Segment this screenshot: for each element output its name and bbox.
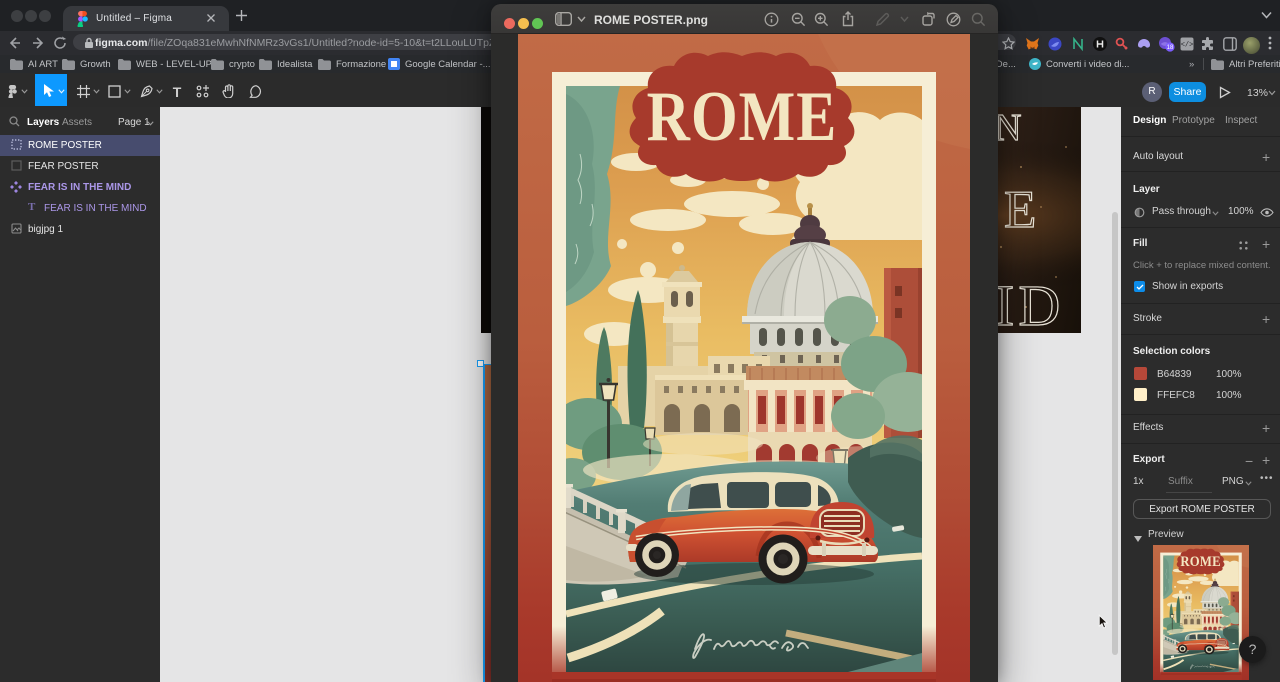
- svg-text:ID: ID: [995, 273, 1064, 333]
- svg-text:18: 18: [1167, 45, 1174, 51]
- svg-text:</>: </>: [1181, 42, 1194, 50]
- svg-text:E: E: [1004, 181, 1036, 239]
- svg-text:N: N: [994, 107, 1021, 149]
